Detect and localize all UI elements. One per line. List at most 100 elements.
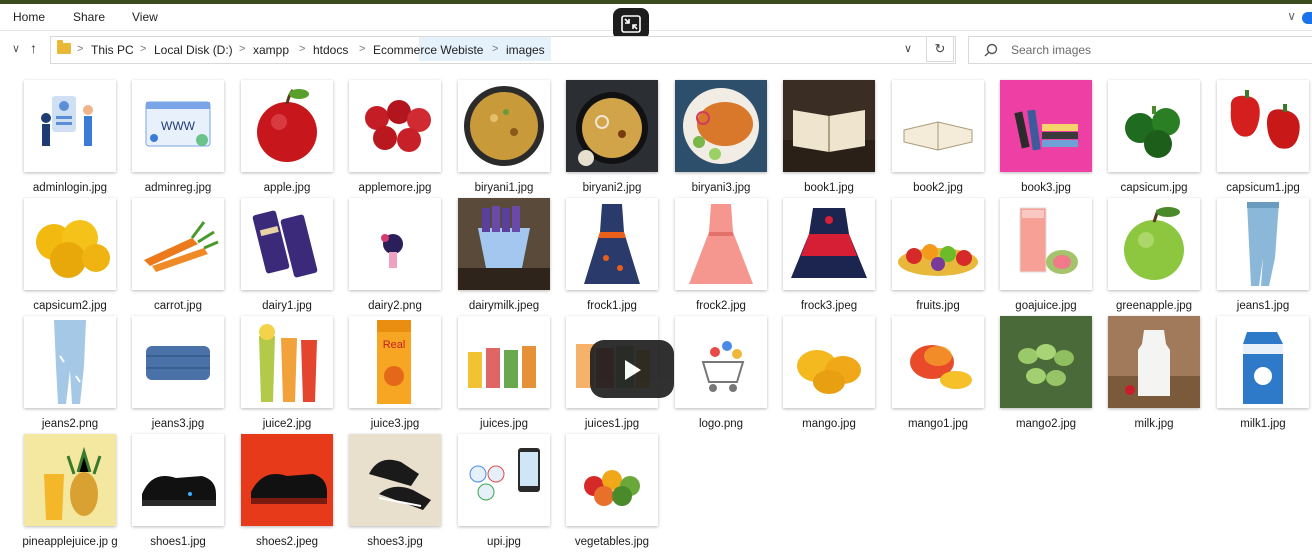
file-item[interactable]: pineapplejuice.jp g	[16, 432, 124, 548]
file-name: jeans1.jpg	[1236, 300, 1290, 312]
file-item[interactable]: fruits.jpg	[884, 196, 992, 312]
breadcrumb-ecommerce[interactable]: Ecommerce Webiste	[373, 43, 483, 57]
file-item[interactable]: book1.jpg	[775, 78, 883, 194]
file-item[interactable]: carrot.jpg	[124, 196, 232, 312]
file-name: shoes2.jpeg	[255, 536, 319, 548]
file-item[interactable]: goajuice.jpg	[992, 196, 1100, 312]
file-thumbnail	[675, 316, 767, 408]
file-name: juice3.jpg	[370, 418, 420, 430]
breadcrumb-xampp[interactable]: xampp	[253, 43, 289, 57]
address-bar[interactable]: > This PC > Local Disk (D:) > xampp > ht…	[50, 36, 956, 64]
file-thumbnail	[783, 316, 875, 408]
tab-view[interactable]: View	[132, 10, 158, 24]
file-item[interactable]: shoes2.jpeg	[233, 432, 341, 548]
breadcrumb-local-disk[interactable]: Local Disk (D:)	[154, 43, 233, 57]
file-item[interactable]: shoes1.jpg	[124, 432, 232, 548]
file-item[interactable]: capsicum.jpg	[1100, 78, 1208, 194]
file-item[interactable]: adminlogin.jpg	[16, 78, 124, 194]
help-icon[interactable]	[1302, 12, 1312, 24]
file-item[interactable]: apple.jpg	[233, 78, 341, 194]
address-dropdown-chevron-icon[interactable]: ∨	[904, 42, 912, 55]
svg-text:Real: Real	[383, 339, 406, 351]
file-name: shoes1.jpg	[150, 536, 206, 548]
refresh-button[interactable]: ↻	[926, 36, 954, 62]
ribbon-expand-chevron-icon[interactable]: ∨	[1287, 9, 1296, 23]
file-item[interactable]: dairy2.png	[341, 196, 449, 312]
folder-icon	[57, 40, 71, 54]
search-placeholder: Search images	[1011, 43, 1092, 57]
file-item[interactable]: biryani2.jpg	[558, 78, 666, 194]
file-item[interactable]: biryani1.jpg	[450, 78, 558, 194]
file-name: capsicum.jpg	[1120, 182, 1188, 194]
file-name: biryani3.jpg	[691, 182, 751, 194]
breadcrumb-this-pc[interactable]: This PC	[91, 43, 134, 57]
file-item[interactable]: applemore.jpg	[341, 78, 449, 194]
file-thumbnail	[892, 80, 984, 172]
file-item[interactable]: WWW adminreg.jpg	[124, 78, 232, 194]
file-name: book2.jpg	[913, 182, 963, 194]
file-name: logo.png	[698, 418, 744, 430]
file-thumbnail	[1000, 198, 1092, 290]
file-name: frock2.jpg	[696, 300, 746, 312]
file-item[interactable]: upi.jpg	[450, 432, 558, 548]
up-arrow-icon[interactable]: ↑	[30, 40, 37, 56]
file-name: goajuice.jpg	[1015, 300, 1077, 312]
file-name: adminlogin.jpg	[32, 182, 108, 194]
file-item[interactable]: dairy1.jpg	[233, 196, 341, 312]
breadcrumb-separator-icon: >	[299, 43, 306, 55]
file-item[interactable]: capsicum2.jpg	[16, 196, 124, 312]
file-item[interactable]: mango2.jpg	[992, 314, 1100, 430]
file-item[interactable]: Real juice3.jpg	[341, 314, 449, 430]
recent-locations-chevron-icon[interactable]: ∨	[12, 42, 20, 55]
file-name: frock3.jpeg	[800, 300, 858, 312]
file-item[interactable]: shoes3.jpg	[341, 432, 449, 548]
file-item[interactable]: jeans2.png	[16, 314, 124, 430]
file-thumbnail	[566, 434, 658, 526]
file-item[interactable]: greenapple.jpg	[1100, 196, 1208, 312]
file-item[interactable]: frock3.jpeg	[775, 196, 883, 312]
file-name: frock1.jpg	[587, 300, 637, 312]
ribbon: Home Share View ∨	[0, 4, 1312, 31]
file-item[interactable]: book2.jpg	[884, 78, 992, 194]
tab-share[interactable]: Share	[73, 10, 105, 24]
file-item[interactable]: book3.jpg	[992, 78, 1100, 194]
refresh-icon: ↻	[934, 41, 946, 56]
file-name: book3.jpg	[1021, 182, 1071, 194]
file-item[interactable]: mango1.jpg	[884, 314, 992, 430]
file-item[interactable]: capsicum1.jpg	[1209, 78, 1312, 194]
file-name: book1.jpg	[804, 182, 854, 194]
file-thumbnail	[783, 80, 875, 172]
file-item[interactable]: milk1.jpg	[1209, 314, 1312, 430]
file-item[interactable]: juice2.jpg	[233, 314, 341, 430]
file-thumbnail	[24, 198, 116, 290]
file-item[interactable]: mango.jpg	[775, 314, 883, 430]
file-thumbnail: WWW	[132, 80, 224, 172]
file-name: juices.jpg	[480, 418, 528, 430]
file-name: juice2.jpg	[262, 418, 312, 430]
file-thumbnail	[675, 198, 767, 290]
play-button[interactable]	[590, 340, 674, 398]
file-item[interactable]: dairymilk.jpeg	[450, 196, 558, 312]
file-item[interactable]: logo.png	[667, 314, 775, 430]
file-item[interactable]: jeans1.jpg	[1209, 196, 1312, 312]
file-thumbnail	[892, 198, 984, 290]
file-name: dairy2.png	[368, 300, 422, 312]
file-grid: adminlogin.jpg WWW adminreg.jpg apple.jpg ap…	[0, 74, 1312, 559]
file-name: adminreg.jpg	[144, 182, 212, 194]
file-name: dairymilk.jpeg	[468, 300, 540, 312]
tab-home[interactable]: Home	[13, 10, 45, 24]
file-item[interactable]: jeans3.jpg	[124, 314, 232, 430]
file-item[interactable]: juices.jpg	[450, 314, 558, 430]
file-item[interactable]: frock2.jpg	[667, 196, 775, 312]
file-item[interactable]: frock1.jpg	[558, 196, 666, 312]
search-box[interactable]: Search images	[968, 36, 1312, 64]
file-item[interactable]: biryani3.jpg	[667, 78, 775, 194]
breadcrumb-images[interactable]: images	[506, 43, 545, 57]
breadcrumb-htdocs[interactable]: htdocs	[313, 43, 348, 57]
file-item[interactable]: milk.jpg	[1100, 314, 1208, 430]
file-thumbnail	[675, 80, 767, 172]
file-thumbnail	[1217, 316, 1309, 408]
file-item[interactable]: vegetables.jpg	[558, 432, 666, 548]
breadcrumb-separator-icon: >	[492, 43, 499, 55]
breadcrumb-separator-icon: >	[140, 43, 147, 55]
